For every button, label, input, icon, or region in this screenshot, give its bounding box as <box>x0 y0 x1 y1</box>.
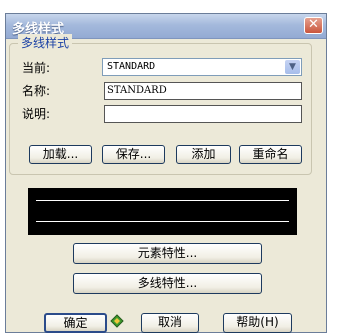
current-label: 当前: <box>22 61 51 75</box>
name-value: STANDARD <box>107 85 167 96</box>
cancel-button[interactable]: 取消 <box>141 313 199 333</box>
chevron-down-icon[interactable]: ▼ <box>285 60 300 74</box>
current-style-value: STANDARD <box>107 61 156 72</box>
rename-button[interactable]: 重命名 <box>239 145 302 164</box>
ok-button[interactable]: 确定 <box>44 313 107 333</box>
name-input[interactable]: STANDARD <box>104 82 302 100</box>
help-button[interactable]: 帮助(H) <box>223 313 292 333</box>
element-properties-button[interactable]: 元素特性... <box>73 243 262 264</box>
preview-line-bottom <box>36 221 289 222</box>
close-icon[interactable]: ✕ <box>304 17 323 34</box>
group-title: 多线样式 <box>18 34 73 51</box>
save-button[interactable]: 保存... <box>102 145 165 164</box>
multiline-properties-button[interactable]: 多线特性... <box>73 273 262 294</box>
name-label: 名称: <box>22 84 51 98</box>
preview-line-top <box>36 200 289 201</box>
current-style-select[interactable]: STANDARD ▼ <box>102 58 302 76</box>
style-preview <box>28 188 297 235</box>
load-button[interactable]: 加载... <box>29 145 92 164</box>
add-button[interactable]: 添加 <box>176 145 231 164</box>
description-label: 说明: <box>22 107 51 121</box>
description-input[interactable] <box>104 105 302 123</box>
